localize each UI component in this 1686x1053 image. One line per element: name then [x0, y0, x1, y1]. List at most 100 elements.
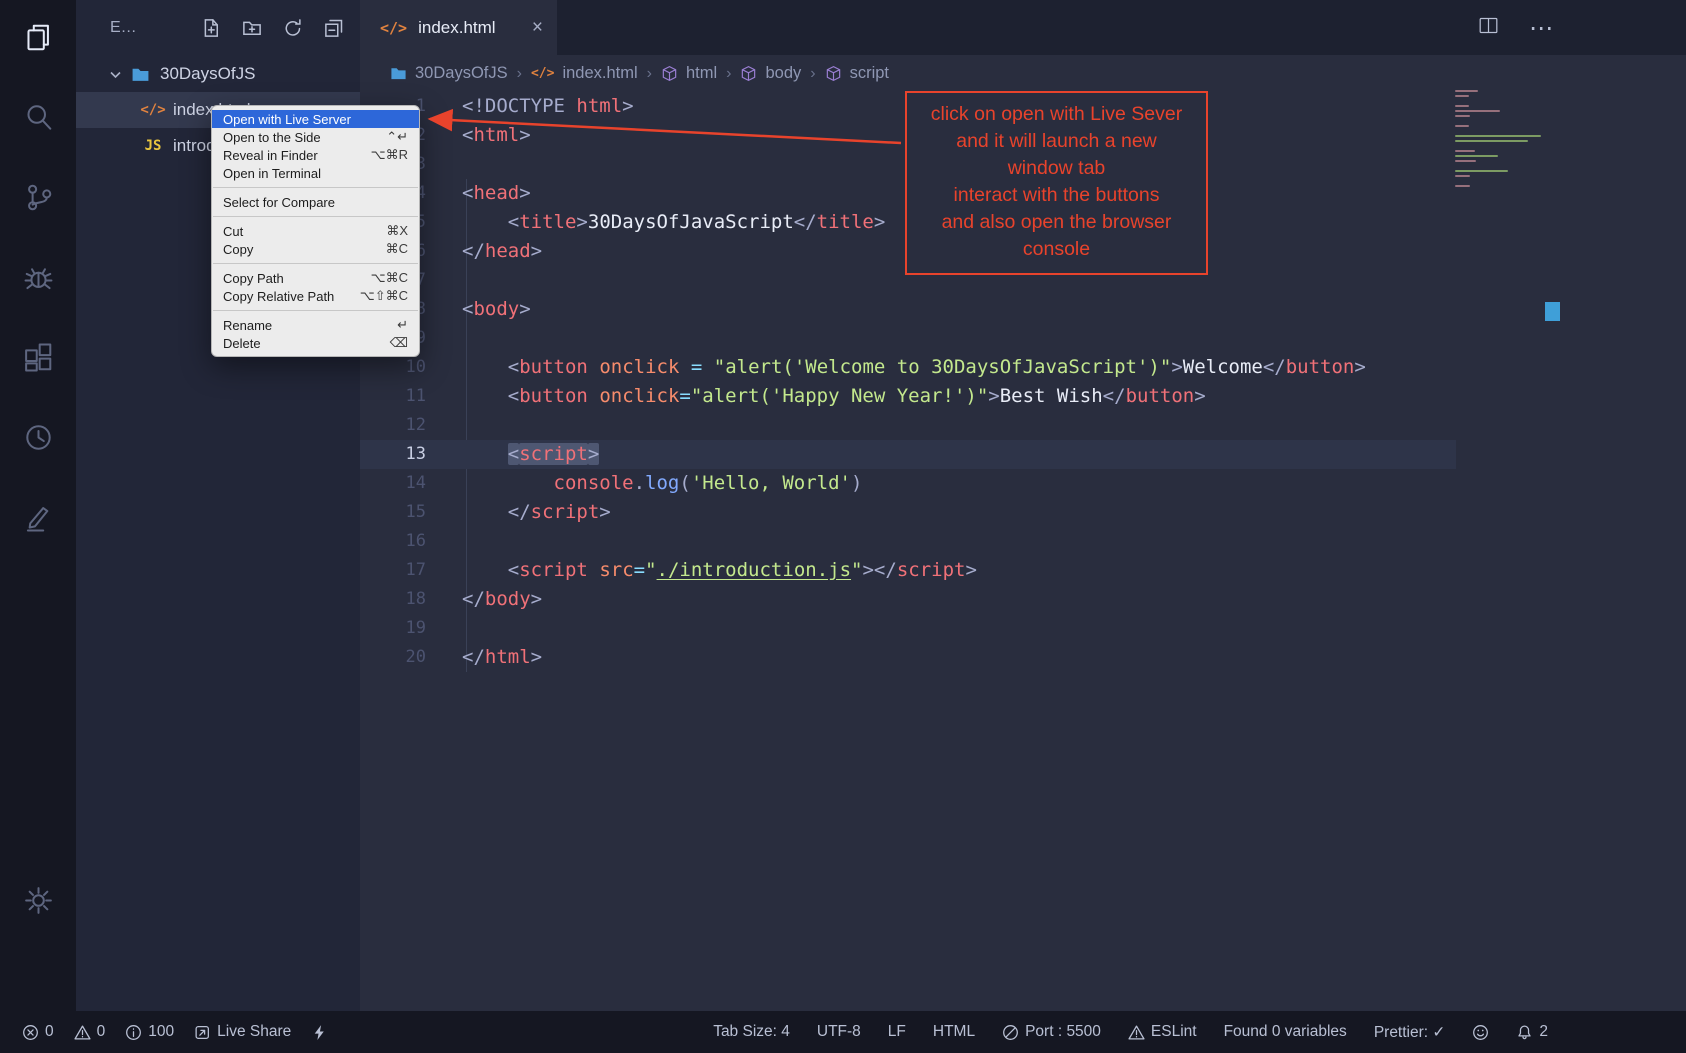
status-0[interactable]: 0 [22, 1023, 54, 1041]
menu-item-delete[interactable]: Delete⌫ [212, 334, 419, 352]
cube-icon [661, 65, 678, 82]
menu-item-open-in-terminal[interactable]: Open in Terminal [212, 164, 419, 182]
breadcrumb-label: 30DaysOfJS [415, 64, 508, 83]
breadcrumb-item-html[interactable]: html [661, 64, 717, 83]
menu-item-open-with-live-server[interactable]: Open with Live Server [212, 110, 419, 128]
tree-item-30DaysOfJS[interactable]: 30DaysOfJS [76, 56, 360, 92]
explorer-header: E… [76, 0, 360, 56]
status-lf[interactable]: LF [888, 1023, 906, 1041]
menu-item-shortcut: ⌘C [386, 241, 408, 257]
split-editor-icon[interactable] [1478, 15, 1499, 41]
breadcrumb-item-body[interactable]: body [740, 64, 801, 83]
status-100[interactable]: 100 [125, 1023, 174, 1041]
code-line-12: 12 [360, 411, 1686, 440]
minimap-line [1455, 165, 1547, 167]
activity-bar-item-settings[interactable] [0, 863, 76, 943]
menu-item-open-to-the-side[interactable]: Open to the Side ⌃↵ [212, 128, 419, 146]
activity-bar-item-source-control[interactable] [0, 160, 76, 240]
refresh-icon[interactable] [283, 18, 303, 38]
status-label: 2 [1539, 1023, 1548, 1041]
status-found-0-variables[interactable]: Found 0 variables [1224, 1023, 1347, 1041]
line-number: 15 [360, 498, 426, 527]
code-line-17: 17 <script src="./introduction.js"></scr… [360, 556, 1686, 585]
tree-item-label: 30DaysOfJS [160, 64, 255, 84]
activity-bar-item-feedback[interactable] [0, 480, 76, 560]
status-label: Prettier: ✓ [1374, 1023, 1446, 1042]
menu-item-label: Open with Live Server [223, 112, 351, 127]
code-text: </html> [462, 643, 542, 672]
status-2[interactable]: 2 [1516, 1023, 1548, 1041]
tab-index-html[interactable]: </>index.html× [360, 0, 557, 55]
breadcrumb-item-script[interactable]: script [825, 64, 889, 83]
line-number: 10 [360, 353, 426, 382]
status-port-5500[interactable]: Port : 5500 [1002, 1023, 1101, 1041]
minimap-line [1455, 160, 1476, 162]
new-file-icon[interactable] [201, 18, 221, 38]
breadcrumb-item-index-html[interactable]: </>index.html [531, 64, 638, 83]
code-text: <button onclick = "alert('Welcome to 30D… [462, 353, 1366, 382]
status-smiley[interactable] [1472, 1024, 1489, 1041]
line-number: 14 [360, 469, 426, 498]
activity-bar-item-debug[interactable] [0, 240, 76, 320]
status-0[interactable]: 0 [74, 1023, 106, 1041]
activity-bar-item-extensions[interactable] [0, 320, 76, 400]
menu-item-copy-relative-path[interactable]: Copy Relative Path⌥⇧⌘C [212, 287, 419, 305]
menu-item-cut[interactable]: Cut ⌘X [212, 222, 419, 240]
activity-bar-item-timeline[interactable] [0, 400, 76, 480]
menu-item-label: Cut [223, 224, 243, 239]
tab-label: index.html [418, 18, 495, 38]
status-label: 0 [97, 1023, 106, 1041]
status-html[interactable]: HTML [933, 1023, 975, 1041]
status-live-share[interactable]: Live Share [194, 1023, 291, 1041]
more-actions-icon[interactable]: ⋯ [1529, 14, 1554, 42]
breadcrumb-label: script [850, 64, 889, 83]
minimap[interactable] [1455, 90, 1547, 190]
menu-item-label: Delete [223, 336, 261, 351]
collapse-all-icon[interactable] [324, 18, 344, 38]
html-file-icon: </> [142, 102, 164, 118]
code-line-18: 18</body> [360, 585, 1686, 614]
activity-bar-item-explorer[interactable] [0, 0, 76, 80]
status-bolt[interactable] [311, 1024, 328, 1041]
status-tab-size-4[interactable]: Tab Size: 4 [713, 1023, 790, 1041]
activity-bar-item-search[interactable] [0, 80, 76, 160]
breadcrumb-item-30DaysOfJS[interactable]: 30DaysOfJS [390, 64, 508, 83]
menu-item-copy[interactable]: Copy ⌘C [212, 240, 419, 258]
menu-item-shortcut: ⌘X [386, 223, 408, 239]
code-line-11: 11 <button onclick="alert('Happy New Yea… [360, 382, 1686, 411]
annotation-line: interact with the buttons [911, 182, 1202, 209]
breadcrumb-label: html [686, 64, 717, 83]
menu-item-label: Open to the Side [223, 130, 321, 145]
code-icon: </> [531, 66, 554, 81]
activity-bar [0, 0, 76, 1011]
code-line-19: 19 [360, 614, 1686, 643]
menu-item-label: Reveal in Finder [223, 148, 318, 163]
status-prettier[interactable]: Prettier: ✓ [1374, 1023, 1446, 1042]
explorer-icon [22, 21, 55, 59]
menu-separator [213, 187, 418, 188]
menu-item-rename[interactable]: Rename↵ [212, 316, 419, 334]
line-number: 20 [360, 643, 426, 672]
menu-item-shortcut: ⌥⌘C [371, 270, 408, 286]
close-tab-icon[interactable]: × [532, 17, 543, 39]
minimap-line [1455, 140, 1528, 142]
new-folder-icon[interactable] [242, 18, 262, 38]
explorer-actions [180, 18, 344, 38]
status-label: UTF-8 [817, 1023, 861, 1041]
code-line-14: 14 console.log('Hello, World') [360, 469, 1686, 498]
status-label: LF [888, 1023, 906, 1041]
annotation-line: window tab [911, 155, 1202, 182]
menu-item-copy-path[interactable]: Copy Path⌥⌘C [212, 269, 419, 287]
breadcrumb-separator: › [726, 65, 731, 83]
menu-item-label: Copy [223, 242, 253, 257]
menu-item-reveal-in-finder[interactable]: Reveal in Finder⌥⌘R [212, 146, 419, 164]
code-line-10: 10 <button onclick = "alert('Welcome to … [360, 353, 1686, 382]
info-icon [125, 1024, 142, 1041]
status-label: Found 0 variables [1224, 1023, 1347, 1041]
menu-item-shortcut: ⌃↵ [386, 129, 408, 145]
minimap-line [1455, 115, 1470, 117]
status-utf-8[interactable]: UTF-8 [817, 1023, 861, 1041]
menu-item-select-for-compare[interactable]: Select for Compare [212, 193, 419, 211]
status-eslint[interactable]: ESLint [1128, 1023, 1197, 1041]
breadcrumb: 30DaysOfJS›</>index.html›html›body›scrip… [360, 55, 889, 92]
